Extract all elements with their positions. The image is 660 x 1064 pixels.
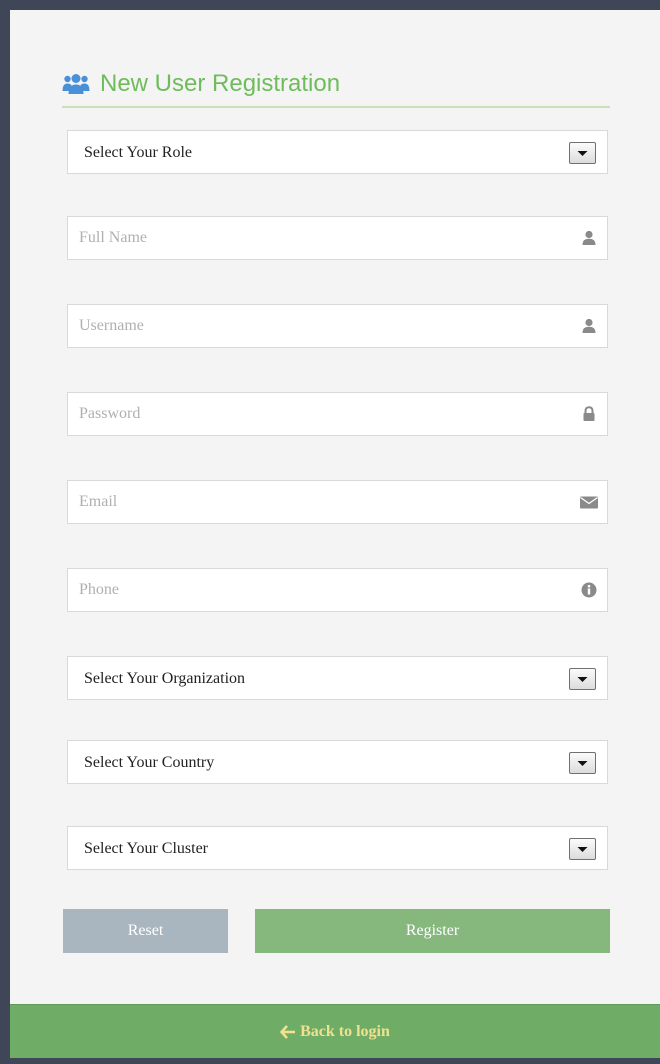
info-icon	[580, 581, 598, 599]
dropdown-arrow-icon[interactable]	[569, 668, 596, 690]
organization-select[interactable]: Select Your Organization	[67, 656, 608, 700]
users-icon	[62, 73, 90, 95]
arrow-left-icon	[280, 1024, 296, 1039]
form-title: New User Registration	[100, 70, 341, 97]
dropdown-arrow-icon[interactable]	[569, 752, 596, 774]
lock-icon	[580, 405, 598, 423]
password-input[interactable]	[68, 393, 607, 435]
form-header: New User Registration	[62, 62, 610, 108]
dropdown-arrow-icon[interactable]	[569, 142, 596, 164]
username-input[interactable]	[68, 305, 607, 347]
full-name-input[interactable]	[68, 217, 607, 259]
page-frame: New User Registration Select Your Role F…	[0, 0, 660, 1064]
phone-field	[67, 568, 608, 612]
role-select[interactable]: Select Your Role	[67, 130, 608, 174]
user-icon	[580, 317, 598, 335]
organization-select-value: Select Your Organization	[84, 670, 246, 687]
country-select-value: Select Your Country	[84, 754, 215, 771]
footer-bar: Back to login	[10, 1004, 660, 1058]
country-select[interactable]: Select Your Country	[67, 740, 608, 784]
back-to-login-label: Back to login	[300, 1022, 390, 1040]
full-name-field	[67, 216, 608, 260]
dropdown-arrow-icon[interactable]	[569, 838, 596, 860]
email-field	[67, 480, 608, 524]
phone-input[interactable]	[68, 569, 607, 611]
cluster-select-value: Select Your Cluster	[84, 840, 208, 857]
user-icon	[580, 229, 598, 247]
envelope-icon	[579, 493, 599, 511]
password-field	[67, 392, 608, 436]
email-input[interactable]	[68, 481, 607, 523]
username-field	[67, 304, 608, 348]
register-button[interactable]: Register	[255, 909, 610, 953]
back-to-login-link[interactable]: Back to login	[280, 1023, 390, 1041]
registration-panel: New User Registration Select Your Role F…	[10, 10, 660, 1058]
role-select-value: Select Your Role	[84, 144, 192, 161]
cluster-select[interactable]: Select Your Cluster	[67, 826, 608, 870]
reset-button[interactable]: Reset	[63, 909, 228, 953]
